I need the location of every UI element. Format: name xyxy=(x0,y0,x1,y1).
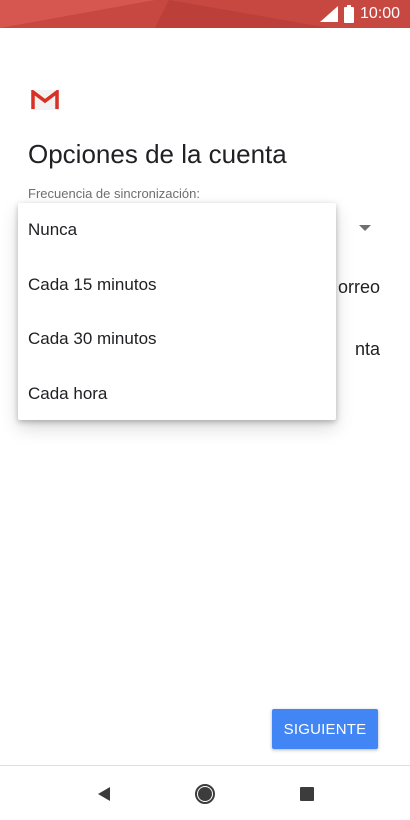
signal-icon xyxy=(319,6,338,22)
sync-frequency-dropdown[interactable]: Nunca Cada 15 minutos Cada 30 minutos Ca… xyxy=(18,203,336,420)
home-icon[interactable] xyxy=(193,782,217,806)
gmail-logo xyxy=(31,90,59,110)
dropdown-option-hourly[interactable]: Cada hora xyxy=(18,367,336,422)
recents-icon[interactable] xyxy=(295,782,319,806)
dropdown-arrow-icon[interactable] xyxy=(359,225,371,231)
next-button[interactable]: SIGUIENTE xyxy=(272,709,378,749)
battery-icon xyxy=(343,5,354,23)
dropdown-option-30-min[interactable]: Cada 30 minutos xyxy=(18,312,336,367)
status-icons: 10:00 xyxy=(319,0,400,28)
navigation-bar xyxy=(0,766,410,820)
status-bar-decoration xyxy=(0,0,155,28)
dropdown-option-never[interactable]: Nunca xyxy=(18,203,336,258)
sync-frequency-label: Frecuencia de sincronización: xyxy=(28,186,200,201)
page-title: Opciones de la cuenta xyxy=(28,139,287,169)
dropdown-option-15-min[interactable]: Cada 15 minutos xyxy=(18,258,336,313)
back-icon[interactable] xyxy=(93,782,117,806)
status-bar-decoration xyxy=(155,0,329,28)
status-time: 10:00 xyxy=(359,5,400,22)
status-bar: 10:00 xyxy=(0,0,410,28)
